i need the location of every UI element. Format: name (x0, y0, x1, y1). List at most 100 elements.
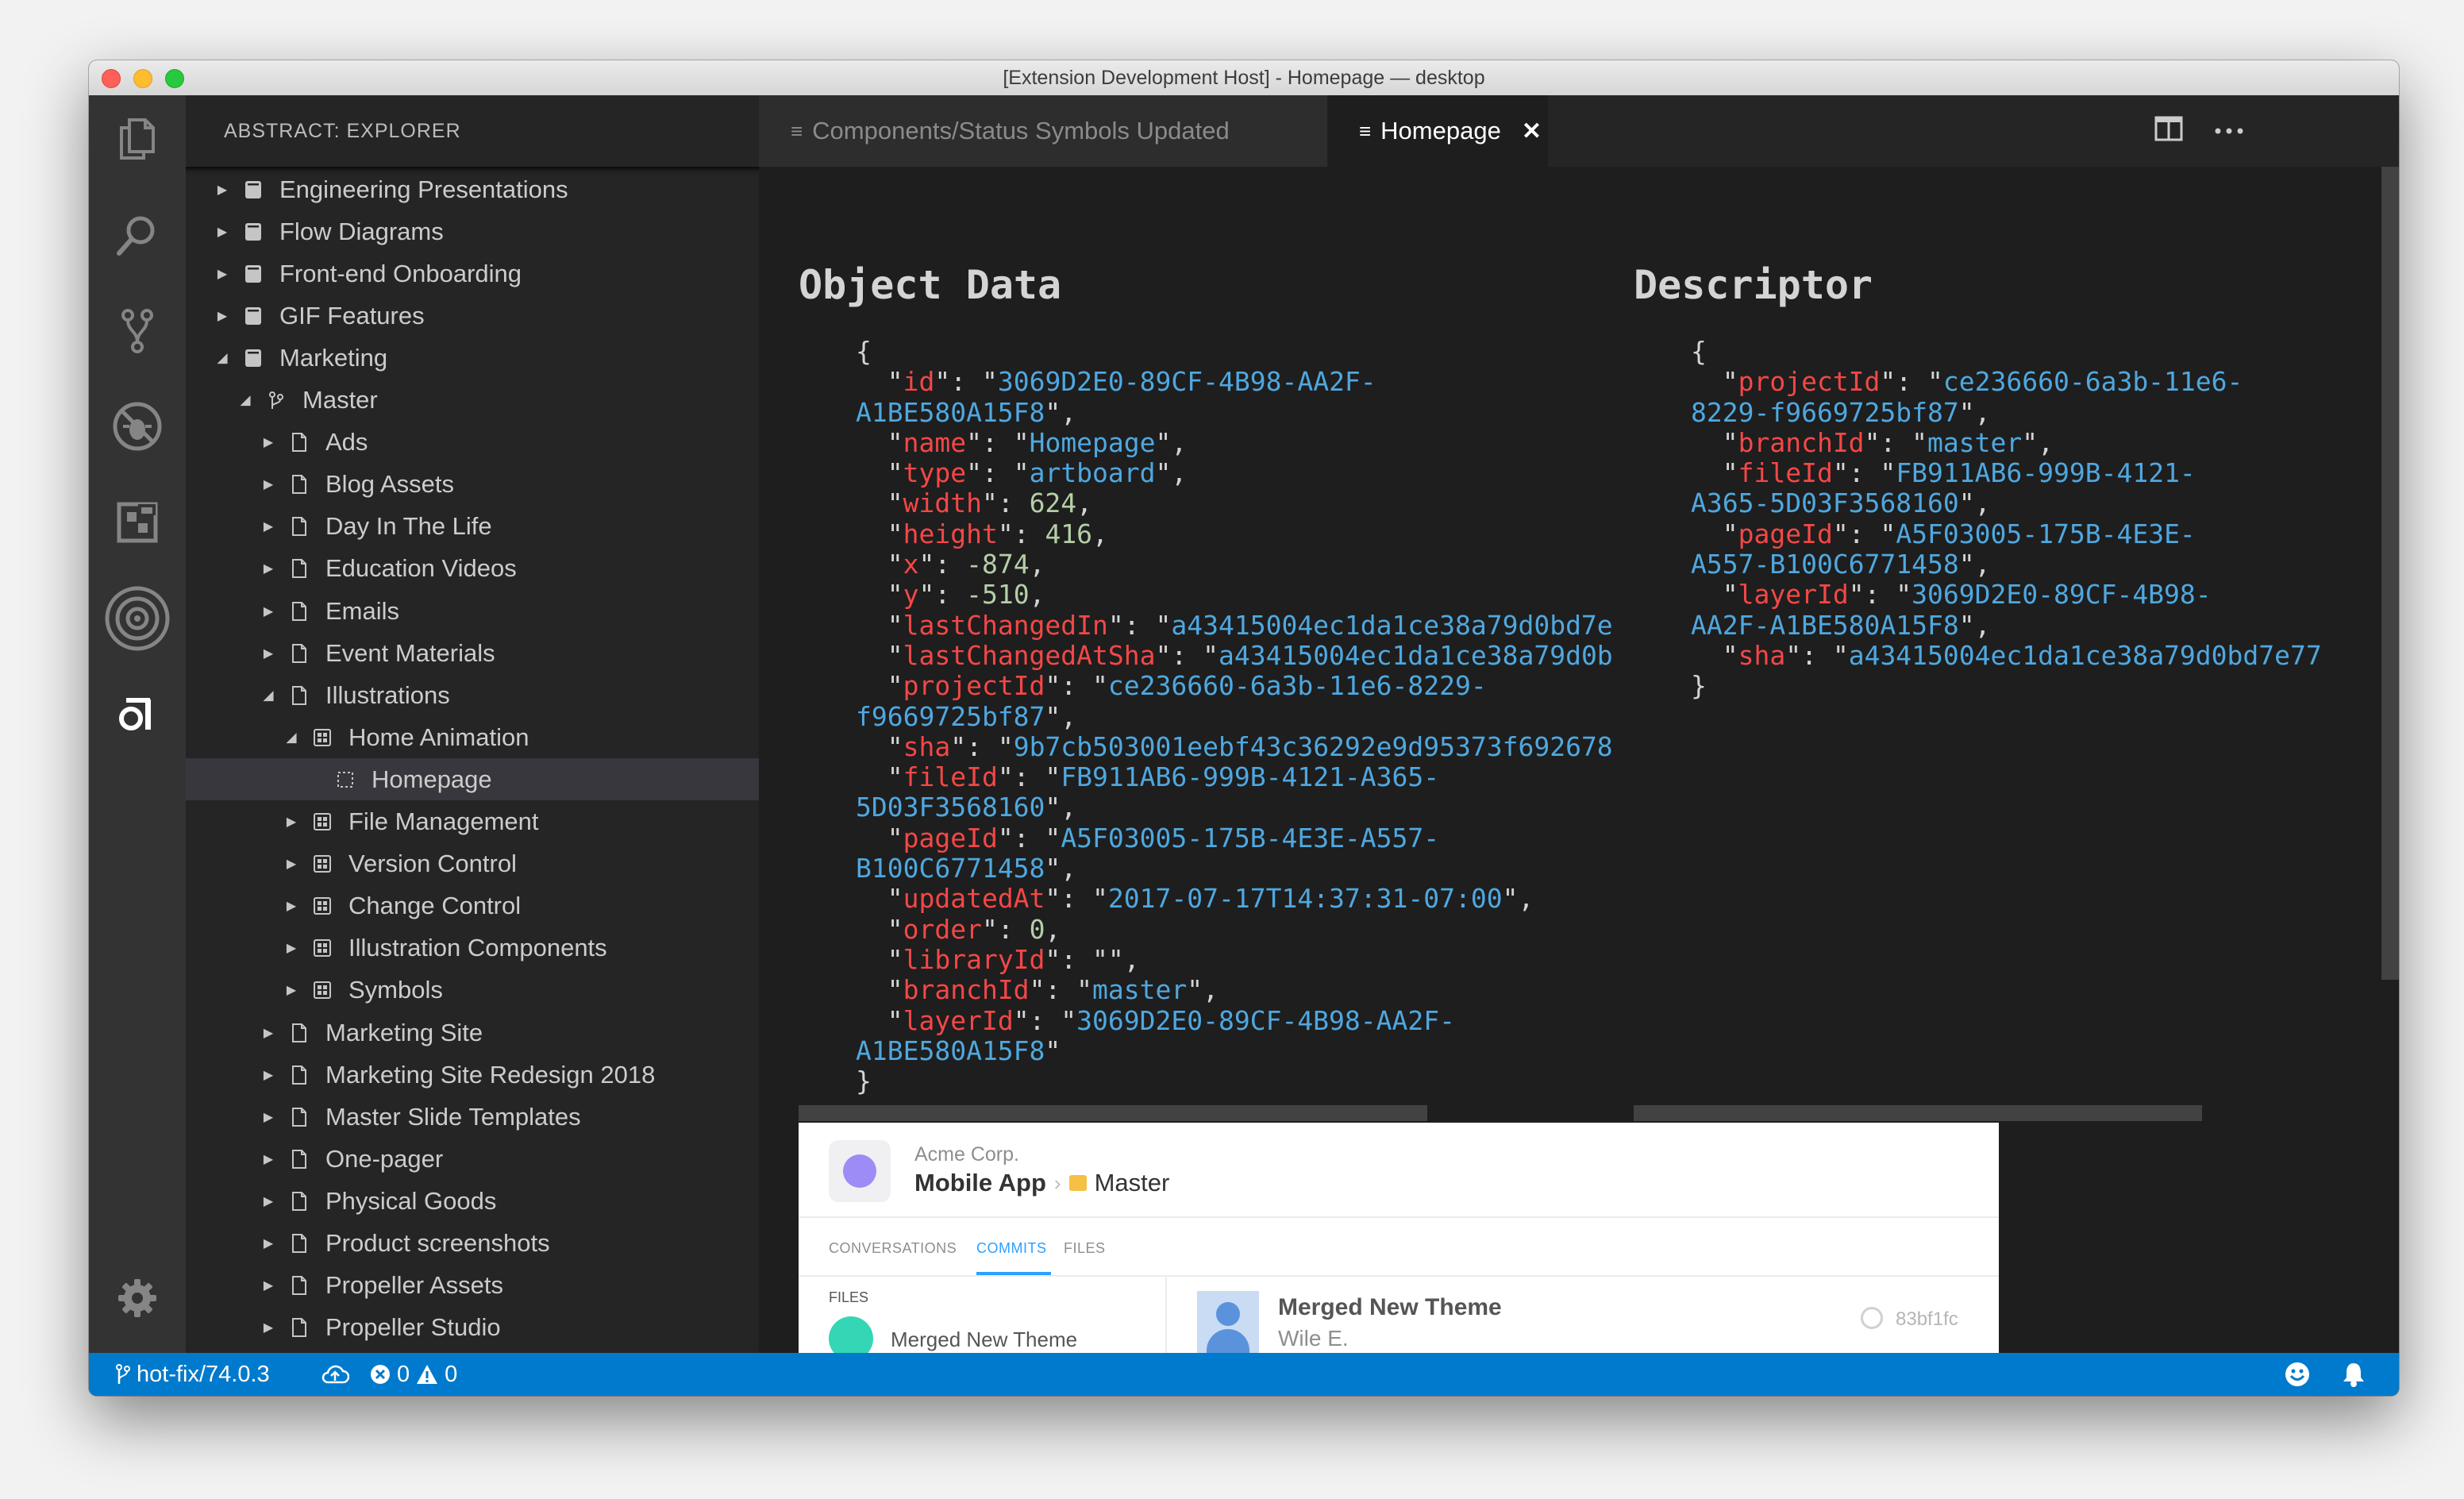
commit-row[interactable]: Merged New Theme Wile E. 83bf1fc (1167, 1277, 1999, 1353)
code-line: "branchId": "master", (856, 975, 1613, 1005)
close-tab-icon[interactable]: ✕ (1522, 118, 1542, 145)
code-line: A1BE580A15F8", (856, 397, 1613, 428)
branch-status[interactable]: hot-fix/74.0.3 (116, 1353, 270, 1396)
chevron-right-icon[interactable]: ▶ (259, 434, 278, 450)
breadcrumb-branch[interactable]: Master (1095, 1169, 1170, 1197)
chevron-right-icon[interactable]: ▶ (282, 898, 301, 914)
tree-item[interactable]: ▶ Blog Assets (186, 464, 759, 506)
tree-item[interactable]: ▶ Illustration Components (186, 927, 759, 969)
chevron-right-icon[interactable]: ▶ (259, 645, 278, 661)
chevron-right-icon[interactable]: ▶ (259, 603, 278, 619)
tree-item[interactable]: ▶ Propeller Studio (186, 1307, 759, 1349)
chevron-right-icon[interactable]: ▶ (259, 561, 278, 576)
tree-item[interactable]: ▶ Marketing Site (186, 1012, 759, 1054)
tree-item[interactable]: ▶ Front-end Onboarding (186, 252, 759, 295)
chevron-right-icon[interactable]: ▶ (259, 1109, 278, 1125)
tree-item[interactable]: ▶ Ads (186, 422, 759, 464)
tree-item[interactable]: ▶ Emails (186, 590, 759, 632)
tree-item[interactable]: ▶ Version Control (186, 843, 759, 885)
chevron-right-icon[interactable]: ▶ (259, 476, 278, 492)
tree-item[interactable]: ▶ Education Videos (186, 548, 759, 590)
tree-item[interactable]: ▶ One-pager (186, 1138, 759, 1180)
chevron-right-icon[interactable]: ▶ (259, 518, 278, 534)
tab-conversations[interactable]: CONVERSATIONS (829, 1240, 957, 1257)
project-avatar (829, 1140, 891, 1202)
code-token: { (856, 336, 872, 367)
file-icon (289, 685, 310, 706)
vertical-scrollbar[interactable] (2381, 167, 2399, 980)
chevron-right-icon[interactable]: ▶ (259, 1277, 278, 1293)
tree-item[interactable]: ▶ Product screenshots (186, 1223, 759, 1265)
descriptor-horizontal-scrollbar[interactable] (1634, 1105, 2202, 1121)
tree-item[interactable]: ▶ Change Control (186, 885, 759, 927)
tree-item[interactable]: ▶ GIF Features (186, 295, 759, 337)
explorer-tree[interactable]: ▶ Engineering Presentations ▶ Flow Diagrams… (186, 167, 759, 1353)
tree-item[interactable]: ▶ Symbols (186, 969, 759, 1012)
tree-item[interactable]: ▶ Marketing Site Redesign 2018 (186, 1054, 759, 1096)
search-button[interactable] (89, 191, 186, 279)
chevron-right-icon[interactable]: ▶ (282, 856, 301, 872)
breadcrumb-project[interactable]: Mobile App (914, 1169, 1046, 1197)
chevron-right-icon[interactable]: ▶ (259, 1151, 278, 1167)
chevron-right-icon[interactable]: ▶ (213, 308, 232, 324)
tab-files[interactable]: FILES (1064, 1240, 1106, 1257)
artboard-preview: Acme Corp. Mobile App › Master CONVERSAT… (799, 1123, 1999, 1353)
more-actions-button[interactable] (2213, 116, 2245, 146)
source-control-button[interactable] (89, 287, 186, 375)
abstract-target-button[interactable] (89, 575, 186, 662)
tree-item[interactable]: ◢ Home Animation (186, 716, 759, 758)
code-token: " (856, 366, 903, 398)
split-editor-button[interactable] (2154, 116, 2185, 146)
tab-homepage[interactable]: ≡ Homepage ✕ (1327, 95, 1548, 167)
app-window: [Extension Development Host] - Homepage … (89, 60, 2399, 1396)
chevron-right-icon[interactable]: ▶ (213, 266, 232, 282)
tree-item[interactable]: ▶ Flow Diagrams (186, 210, 759, 252)
tree-item[interactable]: ◢ Illustrations (186, 674, 759, 716)
chevron-right-icon[interactable]: ▶ (213, 182, 232, 198)
code-token: " (1691, 426, 1738, 458)
chevron-right-icon[interactable]: ▶ (259, 1025, 278, 1041)
tree-item-label: One-pager (325, 1144, 444, 1173)
code-line: B100C6771458", (856, 853, 1613, 884)
chevron-right-icon[interactable]: ▶ (282, 940, 301, 956)
chevron-down-icon[interactable]: ◢ (213, 350, 232, 366)
code-token: 624 (1029, 487, 1077, 519)
object-data-code: { "id": "3069D2E0-89CF-4B98-AA2F- A1BE580… (856, 336, 1613, 1096)
debug-button[interactable] (89, 383, 186, 470)
tab-components-status-symbols[interactable]: ≡ Components/Status Symbols Updated (759, 95, 1327, 167)
feedback-button[interactable] (2285, 1353, 2310, 1396)
tree-item[interactable]: ◢ Master (186, 380, 759, 422)
extensions-button[interactable] (89, 479, 186, 566)
chevron-right-icon[interactable]: ▶ (213, 224, 232, 240)
chevron-down-icon[interactable]: ◢ (259, 688, 278, 703)
chevron-right-icon[interactable]: ▶ (259, 1067, 278, 1083)
settings-button[interactable] (89, 1254, 186, 1342)
sync-button[interactable] (321, 1353, 349, 1396)
editor-area[interactable]: Object Data Descriptor { "id": "3069D2E0… (759, 167, 2399, 1353)
explorer-button[interactable] (89, 95, 186, 183)
problems-status[interactable]: 0 0 (370, 1353, 457, 1396)
chevron-right-icon[interactable]: ▶ (282, 982, 301, 998)
tree-item[interactable]: ▶ File Management (186, 801, 759, 843)
chevron-right-icon[interactable]: ▶ (259, 1235, 278, 1251)
tree-item[interactable]: ▶ Engineering Presentations (186, 168, 759, 210)
tree-item[interactable]: Homepage (186, 758, 759, 801)
chevron-down-icon[interactable]: ◢ (282, 730, 301, 746)
tree-item[interactable]: ▶ Propeller Assets (186, 1265, 759, 1307)
tree-item[interactable]: ▶ Master Slide Templates (186, 1096, 759, 1138)
chevron-right-icon[interactable]: ▶ (259, 1193, 278, 1209)
tree-item[interactable]: ▶ Event Materials (186, 632, 759, 674)
tree-item[interactable]: ▶ Day In The Life (186, 506, 759, 548)
file-item[interactable]: Merged New Theme (891, 1328, 1077, 1352)
tree-item[interactable]: ▶ Physical Goods (186, 1180, 759, 1222)
chevron-down-icon[interactable]: ◢ (236, 392, 255, 408)
object-horizontal-scrollbar[interactable] (799, 1105, 1427, 1121)
abstract-explorer-button[interactable] (89, 671, 186, 758)
code-token: ", (1045, 792, 1077, 823)
notifications-button[interactable] (2342, 1353, 2366, 1396)
chevron-right-icon[interactable]: ▶ (282, 814, 301, 830)
code-line: { (1691, 336, 2322, 367)
chevron-right-icon[interactable]: ▶ (259, 1320, 278, 1335)
tree-item[interactable]: ◢ Marketing (186, 337, 759, 379)
tab-commits[interactable]: COMMITS (976, 1240, 1047, 1257)
